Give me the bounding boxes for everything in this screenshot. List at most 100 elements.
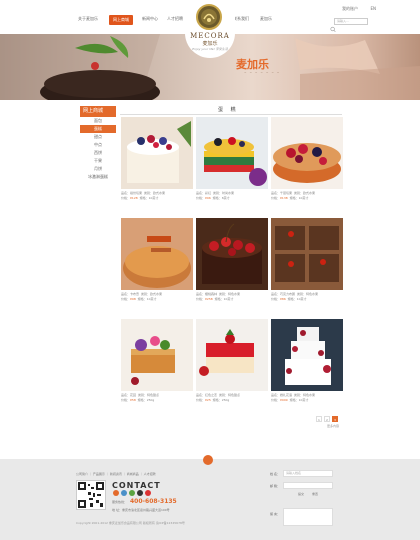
- sidebar-item-chinese-pastry[interactable]: 中点: [80, 141, 116, 149]
- nav-about[interactable]: 关于麦加乐: [78, 16, 98, 26]
- product-price: ¥58: [130, 398, 136, 402]
- price-label: 价格：: [271, 196, 281, 200]
- nav-news[interactable]: 新闻中心: [142, 16, 158, 26]
- product-card[interactable]: 品名：卡布奇 类别：欧式水果 价格：¥98 规格：10英寸: [121, 218, 193, 302]
- category-label: 类别：: [293, 393, 303, 397]
- product-image[interactable]: [121, 218, 193, 290]
- name-label: 品名：: [121, 393, 131, 397]
- product-category: 欧式水果: [149, 292, 162, 296]
- name-label: 品名：: [271, 292, 281, 296]
- product-name: 婚礼花语: [280, 393, 293, 397]
- category-label: 类别：: [140, 292, 150, 296]
- message-field[interactable]: [283, 508, 333, 526]
- product-name: 花园: [130, 393, 137, 397]
- wechat-icon[interactable]: [129, 490, 135, 496]
- name-label: 品名：: [196, 292, 206, 296]
- product-name: 红色之恋: [205, 393, 218, 397]
- price-label: 价格：: [196, 196, 206, 200]
- logo-icon: [196, 4, 222, 30]
- product-card[interactable]: 品名：巧克力布朗 类别：特色水果 价格：¥86 规格：10英寸: [271, 218, 343, 302]
- phone-icon[interactable]: [137, 490, 143, 496]
- category-label: 类别：: [218, 393, 228, 397]
- address-text: 地 址：重庆市渝北区嘉州路兴盛大道100号: [112, 508, 170, 512]
- product-meta: 品名：缤纷莓果 类别：欧式水果 价格：¥128 规格：10英寸: [121, 191, 193, 201]
- size-label: 规格：: [139, 196, 149, 200]
- product-image[interactable]: [121, 319, 193, 391]
- product-image[interactable]: [121, 117, 193, 189]
- product-price: ¥96: [205, 196, 211, 200]
- product-category: 特色甜点: [146, 393, 159, 397]
- product-card[interactable]: 品名：樱桃森林 类别：特色水果 价格：¥258 规格：10英寸: [196, 218, 268, 302]
- product-image[interactable]: [271, 218, 343, 290]
- price-label: 价格：: [121, 398, 131, 402]
- size-label: 规格：: [212, 398, 222, 402]
- product-card[interactable]: 品名：花园 类别：特色甜点 价格：¥58 规格：250g: [121, 319, 193, 403]
- name-field[interactable]: 请输入姓名: [283, 470, 333, 477]
- mail-icon[interactable]: [145, 490, 151, 496]
- price-label: 价格：: [121, 297, 131, 301]
- account-link[interactable]: 我的账户: [342, 6, 358, 12]
- form-email-label: 邮 箱：: [270, 484, 280, 488]
- product-card[interactable]: 品名：婚礼花语 类别：特色水果 价格：¥999 规格：10英寸: [271, 319, 343, 403]
- more-link[interactable]: 更多内容: [327, 424, 339, 428]
- product-name: 缤纷莓果: [130, 191, 143, 195]
- product-meta: 品名：花园 类别：特色甜点 价格：¥58 规格：250g: [121, 393, 193, 403]
- reset-button[interactable]: 重置: [312, 492, 318, 496]
- price-label: 价格：: [196, 297, 206, 301]
- footer-links[interactable]: 公司简介 ｜ 产品展示 ｜ 新闻资讯 ｜ 商城商品 ｜ 人才招聘: [76, 472, 156, 476]
- sidebar-item-western-pastry[interactable]: 西饼: [80, 149, 116, 157]
- sidebar-item-bread[interactable]: 面包: [80, 117, 116, 125]
- nav-contact[interactable]: 联系我们: [233, 16, 249, 26]
- product-size: 10英寸: [146, 297, 157, 301]
- category-label: 类别：: [212, 191, 222, 195]
- product-name: 樱桃森林: [205, 292, 218, 296]
- product-size: 250g: [221, 398, 230, 402]
- product-card[interactable]: 品名：缤纷莓果 类别：欧式水果 价格：¥128 规格：10英寸: [121, 117, 193, 201]
- product-image[interactable]: [271, 117, 343, 189]
- product-image[interactable]: [196, 117, 268, 189]
- nav-brand[interactable]: 麦加乐: [260, 16, 272, 26]
- sidebar-item-dessert[interactable]: 甜点: [80, 133, 116, 141]
- product-image[interactable]: [196, 218, 268, 290]
- weibo-icon[interactable]: [113, 490, 119, 496]
- product-image[interactable]: [196, 319, 268, 391]
- product-price: ¥999: [280, 398, 288, 402]
- sidebar-item-icecream-cake[interactable]: 冰激淋蛋糕: [80, 173, 116, 181]
- footer-badge-icon: [203, 455, 213, 465]
- name-label: 品名：: [271, 393, 281, 397]
- product-card[interactable]: 品名：红色之恋 类别：特色甜点 价格：¥25 规格：250g: [196, 319, 268, 403]
- product-meta: 品名：巧克力布朗 类别：特色水果 价格：¥86 规格：10英寸: [271, 292, 343, 302]
- sidebar-item-mooncake[interactable]: 月饼: [80, 165, 116, 173]
- product-category: 特色水果: [305, 292, 318, 296]
- page-link[interactable]: 1: [316, 416, 322, 422]
- size-label: 规格：: [289, 398, 299, 402]
- logo-cn: 麦加乐: [202, 41, 218, 47]
- sidebar-heading: 网上商城: [80, 106, 116, 117]
- category-label: 类别：: [293, 191, 303, 195]
- section-title: 蛋 糕: [218, 107, 239, 113]
- sidebar-item-cake[interactable]: 蛋糕: [80, 125, 116, 133]
- product-size: 8英寸: [221, 196, 230, 200]
- email-field[interactable]: [283, 482, 333, 489]
- size-label: 规格：: [137, 297, 147, 301]
- product-card[interactable]: 品名：彩虹 类别：时尚水果 价格：¥96 规格：8英寸: [196, 117, 268, 201]
- sidebar-item-dried-fruit[interactable]: 干果: [80, 157, 116, 165]
- nav-jobs[interactable]: 人才招聘: [167, 16, 183, 26]
- size-label: 规格：: [137, 398, 147, 402]
- nav-shop[interactable]: 网上商城: [109, 15, 133, 25]
- search-input[interactable]: 请输入...: [334, 18, 368, 25]
- page-link[interactable]: 2: [324, 416, 330, 422]
- submit-button[interactable]: 提交: [298, 492, 304, 496]
- product-image[interactable]: [271, 319, 343, 391]
- product-card[interactable]: 品名：千层莓果 类别：欧式水果 价格：¥138 规格：10英寸: [271, 117, 343, 201]
- page-link-current[interactable]: 3: [332, 416, 338, 422]
- product-price: ¥98: [130, 297, 136, 301]
- qq-icon[interactable]: [121, 490, 127, 496]
- product-category: 欧式水果: [302, 191, 315, 195]
- lang-switch[interactable]: EN: [370, 6, 376, 11]
- hotline-label: 服务热线：: [112, 500, 128, 504]
- product-price: ¥138: [280, 196, 288, 200]
- product-price: ¥25: [205, 398, 211, 402]
- price-label: 价格：: [196, 398, 206, 402]
- product-category: 特色甜点: [227, 393, 240, 397]
